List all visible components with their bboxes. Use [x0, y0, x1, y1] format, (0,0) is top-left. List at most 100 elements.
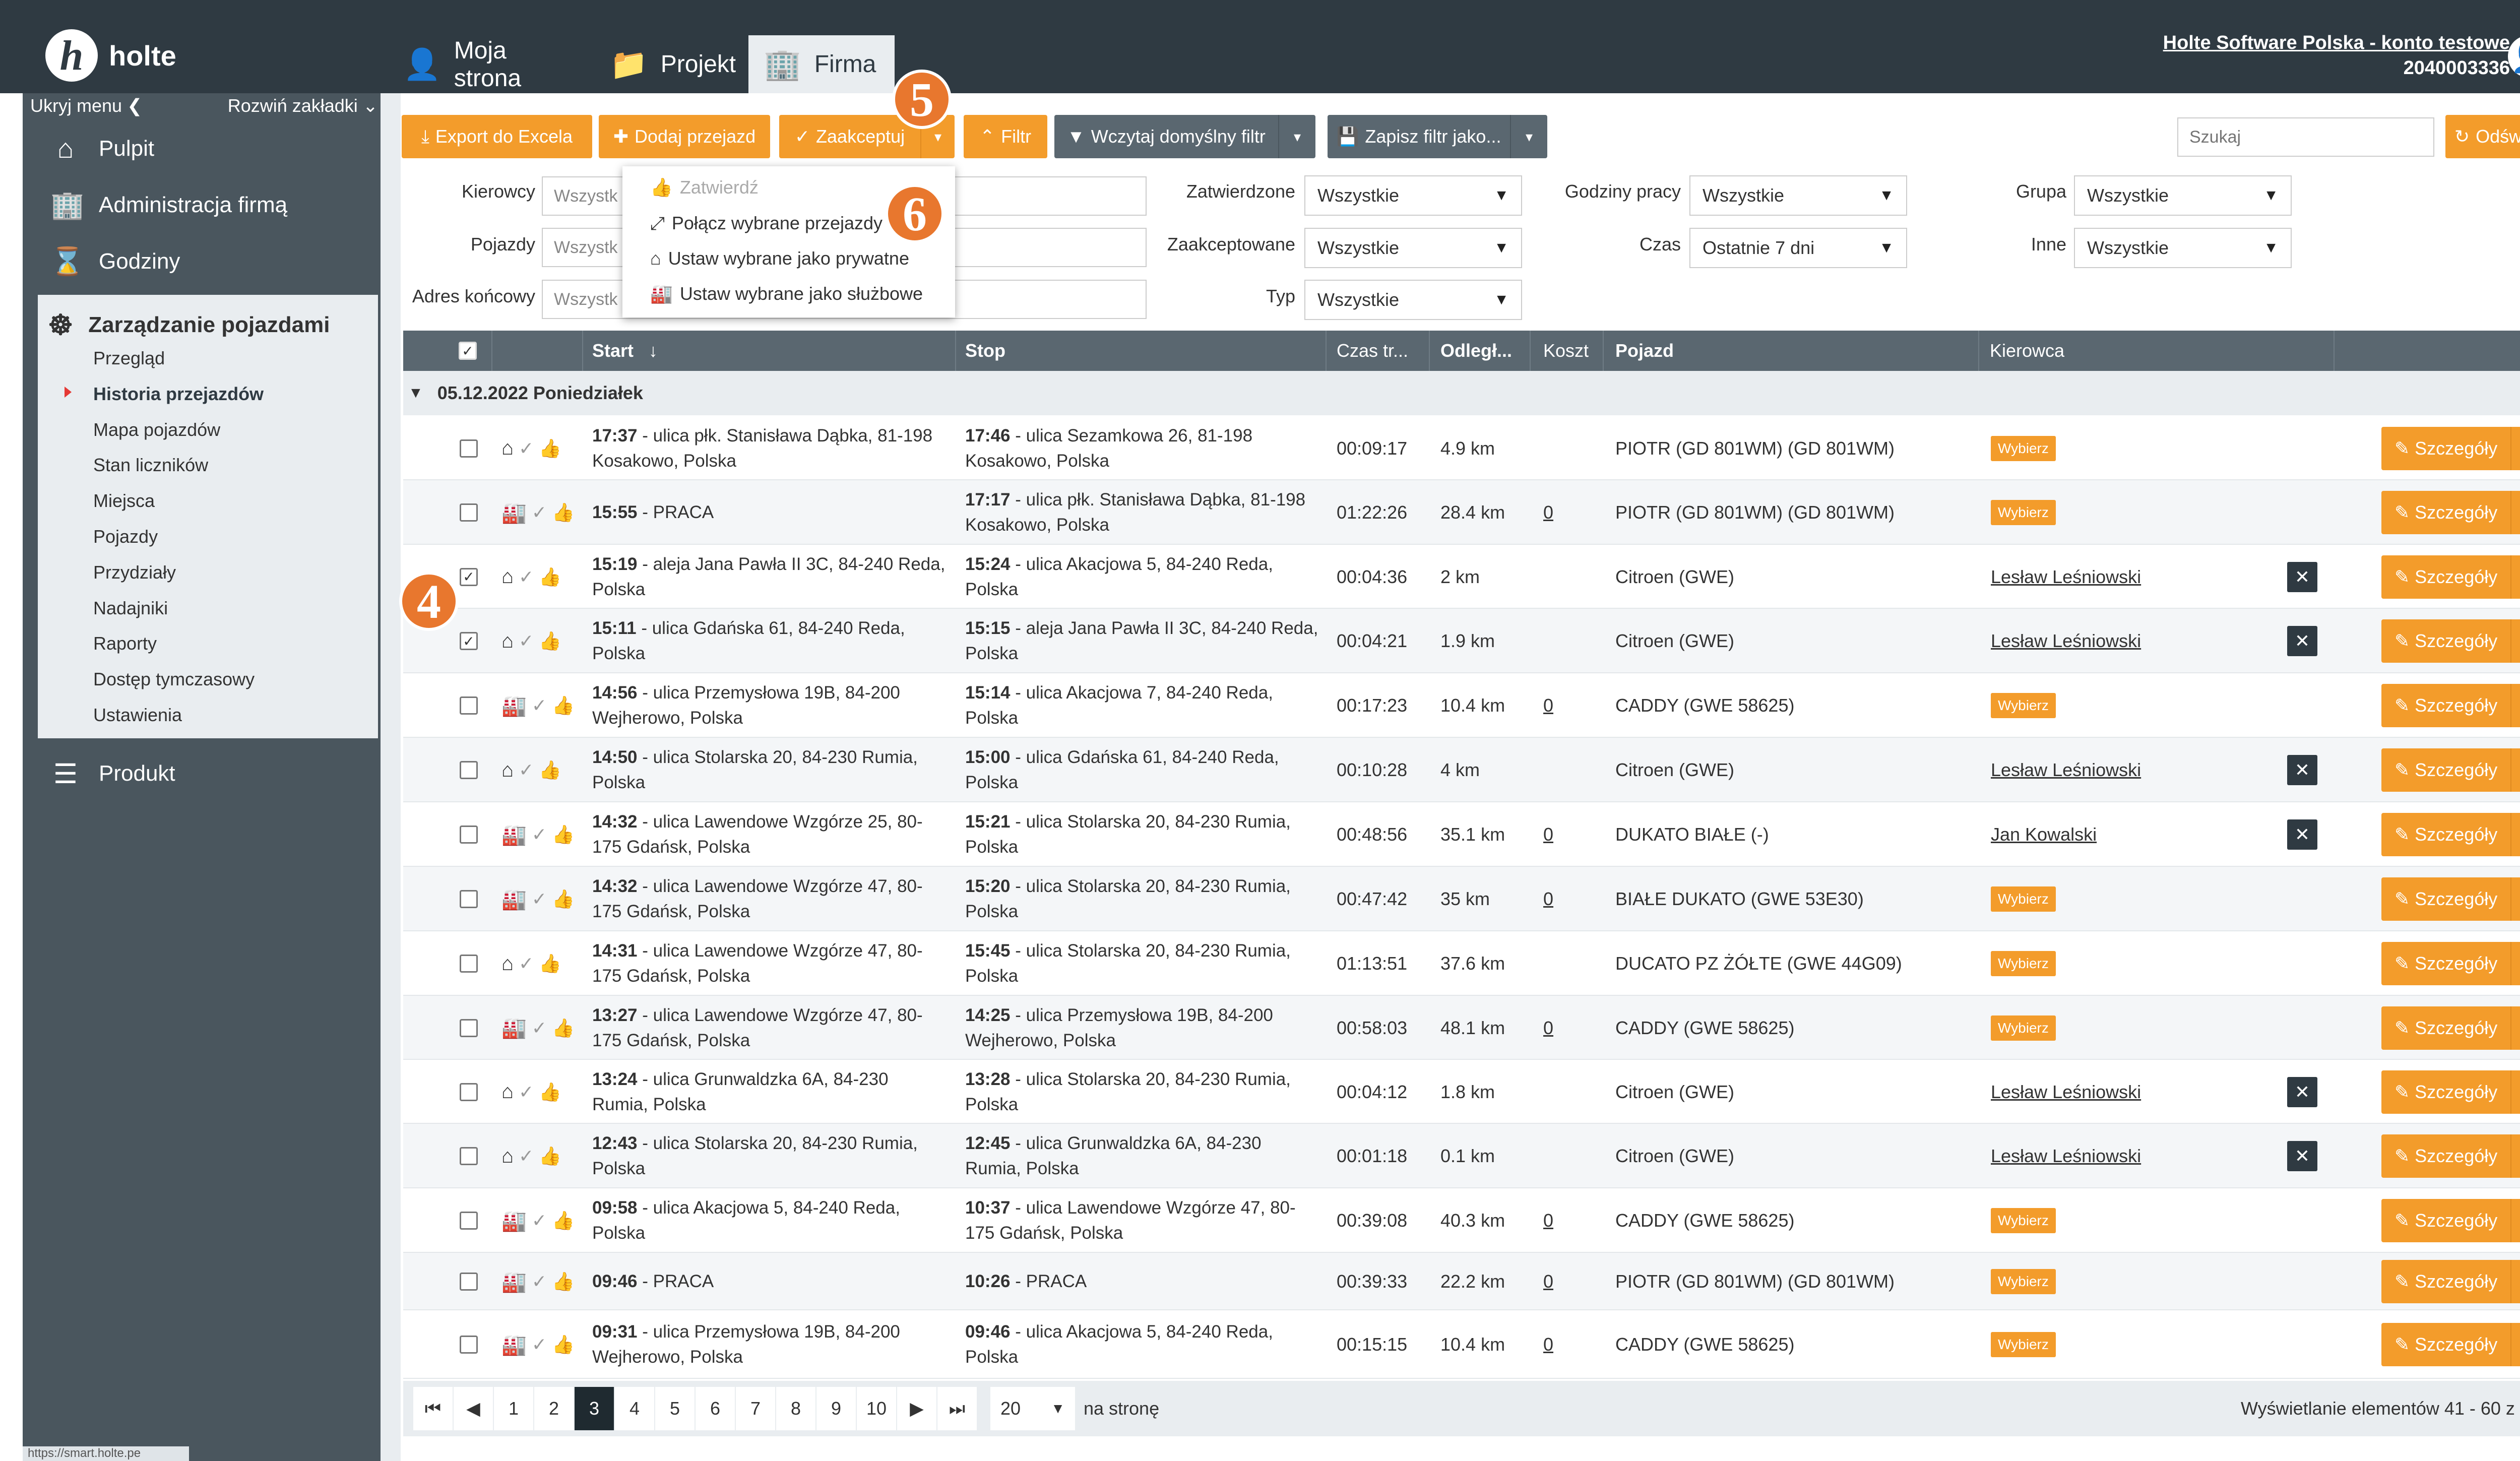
page-button[interactable]: 2	[534, 1387, 574, 1430]
factory-icon[interactable]: 🏭	[501, 1333, 527, 1357]
thumbs-up-icon[interactable]: 👍	[539, 953, 561, 974]
sidebar-subitem[interactable]: Przydziały	[93, 555, 176, 590]
home-icon[interactable]: ⌂	[501, 759, 514, 782]
page-button[interactable]: 10	[857, 1387, 896, 1430]
thumbs-up-icon[interactable]: 👍	[552, 824, 575, 845]
page-button[interactable]: 8	[776, 1387, 815, 1430]
row-select-checkbox[interactable]	[460, 480, 478, 545]
page-button[interactable]: 1	[494, 1387, 533, 1430]
page-button[interactable]: 9	[816, 1387, 856, 1430]
per-page-select[interactable]: 20 ▼	[990, 1387, 1075, 1430]
check-icon[interactable]: ✓	[532, 502, 547, 523]
check-icon[interactable]: ✓	[519, 630, 534, 652]
details-button[interactable]: ✎Szczegóły ▾	[2381, 1323, 2520, 1366]
thumbs-up-icon[interactable]: 👍	[552, 502, 575, 523]
checkbox[interactable]	[460, 825, 478, 844]
select-driver-button[interactable]: Wybierz	[1991, 1208, 2056, 1233]
details-button[interactable]: ✎Szczegóły ▾	[2381, 491, 2520, 534]
check-icon[interactable]: ✓	[532, 1210, 547, 1231]
check-icon[interactable]: ✓	[519, 566, 534, 588]
column-header-start[interactable]: Start ↓	[592, 331, 658, 371]
check-icon[interactable]: ✓	[519, 953, 534, 974]
home-icon[interactable]: ⌂	[501, 565, 514, 588]
header-select-all-checkbox[interactable]: ✓	[459, 331, 477, 371]
row-select-checkbox[interactable]	[460, 673, 478, 738]
page-button[interactable]: 3	[575, 1387, 614, 1430]
checkbox[interactable]: ✓	[460, 567, 478, 586]
details-button[interactable]: ✎Szczegóły ▾	[2381, 1134, 2520, 1178]
search-input[interactable]	[2177, 117, 2434, 157]
sidebar-item-administracja[interactable]: 🏢 Administracja firmą	[50, 177, 287, 233]
remove-driver-button[interactable]: ✕	[2287, 819, 2317, 850]
save-filter-dropdown-toggle[interactable]: ▾	[1510, 115, 1547, 158]
thumbs-up-icon[interactable]: 👍	[539, 759, 561, 781]
add-trip-button[interactable]: ✚ Dodaj przejazd	[599, 115, 770, 158]
details-dropdown-toggle[interactable]: ▾	[2510, 813, 2520, 856]
details-button[interactable]: ✎Szczegóły ▾	[2381, 748, 2520, 792]
factory-icon[interactable]: 🏭	[501, 501, 527, 525]
last-page-button[interactable]: ⏭	[937, 1387, 977, 1430]
column-header-duration[interactable]: Czas tr...	[1337, 331, 1408, 371]
check-icon[interactable]: ✓	[532, 1271, 547, 1292]
select-driver-button[interactable]: Wybierz	[1991, 951, 2056, 976]
row-select-checkbox[interactable]	[460, 867, 478, 931]
group-row[interactable]	[403, 371, 2520, 415]
cost-link[interactable]: 0	[1543, 1271, 1553, 1292]
check-icon[interactable]: ✓	[532, 824, 547, 845]
checkbox[interactable]	[460, 1083, 478, 1101]
row-select-checkbox[interactable]	[460, 1060, 478, 1124]
details-dropdown-toggle[interactable]: ▾	[2510, 1199, 2520, 1242]
group-row-label[interactable]: ▼ 05.12.2022 Poniedziałek	[408, 371, 643, 415]
cost-link[interactable]: 0	[1543, 502, 1553, 523]
remove-driver-button[interactable]: ✕	[2287, 1141, 2317, 1171]
driver-link[interactable]: Lesław Leśniowski	[1991, 630, 2141, 652]
refresh-button[interactable]: ↻ Odśwież	[2445, 115, 2520, 158]
details-dropdown-toggle[interactable]: ▾	[2510, 555, 2520, 599]
checkbox[interactable]: ✓	[459, 342, 477, 360]
details-dropdown-toggle[interactable]: ▾	[2510, 426, 2520, 470]
driver-link[interactable]: Lesław Leśniowski	[1991, 566, 2141, 588]
check-icon[interactable]: ✓	[532, 1018, 547, 1039]
thumbs-up-icon[interactable]: 👍	[552, 1018, 575, 1039]
select-driver-button[interactable]: Wybierz	[1991, 1015, 2056, 1041]
details-dropdown-toggle[interactable]: ▾	[2510, 1006, 2520, 1050]
checkbox[interactable]	[460, 1147, 478, 1165]
factory-icon[interactable]: 🏭	[501, 1270, 527, 1294]
check-icon[interactable]: ✓	[519, 759, 534, 781]
checkbox[interactable]	[460, 439, 478, 458]
load-default-filter-button[interactable]: ▼ Wczytaj domyślny filtr	[1054, 115, 1278, 158]
cost-link[interactable]: 0	[1543, 824, 1553, 845]
details-button[interactable]: ✎Szczegóły ▾	[2381, 1006, 2520, 1050]
details-dropdown-toggle[interactable]: ▾	[2510, 619, 2520, 663]
checkbox[interactable]	[460, 955, 478, 973]
tab-projekt[interactable]: 📁 Projekt	[595, 35, 741, 93]
details-dropdown-toggle[interactable]: ▾	[2510, 1134, 2520, 1178]
check-icon[interactable]: ✓	[519, 438, 534, 459]
details-dropdown-toggle[interactable]: ▾	[2510, 877, 2520, 921]
accepted-select[interactable]: Wszystkie ▼	[1304, 228, 1522, 268]
home-icon[interactable]: ⌂	[501, 952, 514, 975]
checkbox[interactable]	[460, 1273, 478, 1291]
check-icon[interactable]: ✓	[519, 1146, 534, 1167]
page-button[interactable]: 5	[655, 1387, 695, 1430]
company-name[interactable]: Holte Software Polska - konto testowe	[2163, 30, 2510, 55]
checkbox[interactable]: ✓	[460, 632, 478, 650]
row-select-checkbox[interactable]	[460, 1124, 478, 1188]
next-page-button[interactable]: ▶	[897, 1387, 936, 1430]
sidebar-subitem[interactable]: Pojazdy	[93, 519, 158, 554]
row-select-checkbox[interactable]	[460, 1253, 478, 1310]
column-header-driver[interactable]: Kierowca	[1990, 331, 2064, 371]
checkbox[interactable]	[460, 761, 478, 779]
sidebar-subitem[interactable]: Dostęp tymczasowy	[93, 662, 255, 697]
remove-driver-button[interactable]: ✕	[2287, 626, 2317, 656]
row-select-checkbox[interactable]: ✓	[460, 609, 478, 673]
cost-link[interactable]: 0	[1543, 1018, 1553, 1039]
remove-driver-button[interactable]: ✕	[2287, 1076, 2317, 1107]
column-header-cost[interactable]: Koszt	[1543, 331, 1589, 371]
row-select-checkbox[interactable]: ✓	[460, 545, 478, 609]
details-dropdown-toggle[interactable]: ▾	[2510, 1260, 2520, 1303]
details-button[interactable]: ✎Szczegóły ▾	[2381, 426, 2520, 470]
details-dropdown-toggle[interactable]: ▾	[2510, 748, 2520, 792]
details-button[interactable]: ✎Szczegóły ▾	[2381, 619, 2520, 663]
row-select-checkbox[interactable]	[460, 996, 478, 1060]
